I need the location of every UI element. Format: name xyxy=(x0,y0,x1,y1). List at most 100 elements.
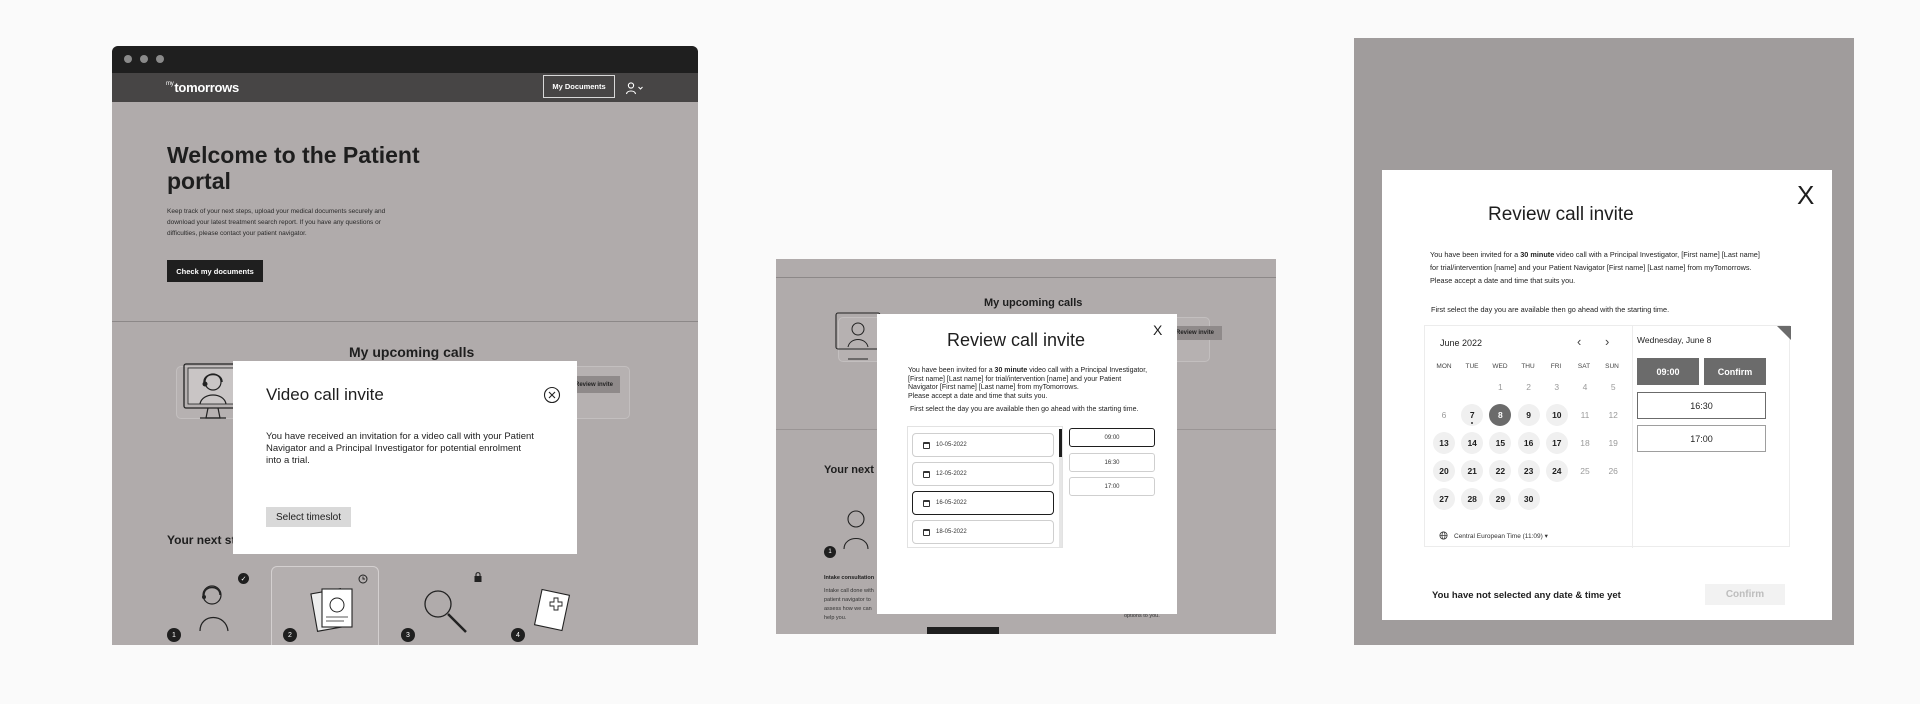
time-option[interactable]: 17:00 xyxy=(1069,477,1155,496)
review-invite-large-panel: X Review call invite You have been invit… xyxy=(1354,38,1854,645)
step-number: 2 xyxy=(283,628,297,642)
step-number: 1 xyxy=(824,546,836,558)
date-option-selected[interactable]: 16-05-2022 xyxy=(912,491,1054,515)
calendar-day-unavailable: 26 xyxy=(1608,466,1618,476)
close-icon[interactable]: X xyxy=(1797,180,1814,211)
date-label: 18-05-2022 xyxy=(936,529,967,535)
calendar-day-selected[interactable]: 8 xyxy=(1489,404,1512,426)
picker-divider xyxy=(1632,326,1633,548)
modal-title: Review call invite xyxy=(947,330,1086,350)
calendar-day-available[interactable]: 24 xyxy=(1545,460,1568,482)
calendar-day-available[interactable]: 29 xyxy=(1489,488,1512,510)
my-documents-button[interactable]: My Documents xyxy=(543,75,615,98)
scrollbar-thumb[interactable] xyxy=(1059,429,1062,457)
select-timeslot-button[interactable]: Select timeslot xyxy=(266,507,351,527)
date-option[interactable]: 10-05-2022 xyxy=(912,433,1054,457)
calendar-day-unavailable: 5 xyxy=(1610,382,1616,392)
weekday-label: SUN xyxy=(1605,363,1619,370)
brand-logo[interactable]: mytomorrows xyxy=(166,80,239,95)
calendar-day-unavailable: 1 xyxy=(1498,382,1503,392)
invite-duration: 30 minute xyxy=(1520,250,1555,259)
review-call-invite-modal: X Review call invite You have been invit… xyxy=(1382,170,1832,620)
window-dot-icon[interactable] xyxy=(124,55,132,63)
globe-icon xyxy=(1439,531,1448,540)
calendar-grid: 1 2 3 4 5 6 7 8 9 10 11 12 13 14 15 16 17 18 19 20 21 22 23 24 2… xyxy=(1433,376,1629,536)
lock-icon xyxy=(474,572,482,582)
date-option[interactable]: 18-05-2022 xyxy=(912,520,1054,544)
hero-title: Welcome to the Patient portal xyxy=(167,142,420,194)
date-label: 12-05-2022 xyxy=(936,471,967,477)
section-divider xyxy=(776,277,1276,278)
window-dot-icon[interactable] xyxy=(140,55,148,63)
calendar-day-unavailable: 18 xyxy=(1580,438,1590,448)
calendar-day-available[interactable]: 17 xyxy=(1545,432,1568,454)
calendar-day-available[interactable]: 9 xyxy=(1517,404,1540,426)
calendar-day-unavailable: 3 xyxy=(1554,382,1560,392)
calendar-day-available[interactable]: 27 xyxy=(1433,488,1455,510)
consultant-illustration xyxy=(199,585,229,632)
step-button[interactable] xyxy=(927,627,999,634)
calendar-day-unavailable: 12 xyxy=(1608,410,1618,420)
calendar-day-available[interactable]: 30 xyxy=(1517,488,1540,510)
time-slot[interactable]: 17:00 xyxy=(1637,425,1766,452)
consultant-illustration xyxy=(843,510,869,550)
calendar-day-unavailable: 19 xyxy=(1608,438,1618,448)
step-number: 1 xyxy=(167,628,181,642)
invite-text-start: You have been invited for a xyxy=(908,367,993,374)
invite-description: You have been invited for a 30 minute vi… xyxy=(1430,248,1760,287)
weekday-label: WED xyxy=(1492,363,1508,370)
date-option[interactable]: 12-05-2022 xyxy=(912,462,1054,486)
timezone-select[interactable]: Central European Time (11:09) ▾ xyxy=(1454,532,1548,540)
modal-title: Video call invite xyxy=(266,385,384,404)
date-label: 10-05-2022 xyxy=(936,442,967,448)
calendar-day-available[interactable]: 13 xyxy=(1433,432,1455,454)
calendar-icon xyxy=(923,528,930,536)
corner-fold-icon xyxy=(1777,326,1791,340)
calendar-day-available[interactable]: 14 xyxy=(1461,432,1484,454)
calendar-day-available[interactable]: 16 xyxy=(1517,432,1540,454)
invite-duration: 30 minute xyxy=(994,367,1028,374)
calendar-icon xyxy=(923,470,930,478)
calendar-icon xyxy=(923,441,930,449)
calendar-day-available[interactable]: 28 xyxy=(1461,488,1484,510)
calendar-day-unavailable: 25 xyxy=(1580,466,1590,476)
check-documents-button[interactable]: Check my documents xyxy=(167,260,263,282)
modal-title: Review call invite xyxy=(1488,204,1634,225)
time-option-selected[interactable]: 09:00 xyxy=(1069,428,1155,447)
window-dot-icon[interactable] xyxy=(156,55,164,63)
clock-icon xyxy=(358,574,368,584)
time-slot-selected[interactable]: 09:00 xyxy=(1637,358,1699,385)
date-time-picker: June 2022 ‹ › MON TUE WED THU FRI SAT SUN 1234… xyxy=(1424,325,1791,548)
calendar-day-available[interactable]: 20 xyxy=(1433,460,1455,482)
date-list[interactable]: 10-05-2022 12-05-2022 16-05-2022 18-05-2… xyxy=(907,426,1063,548)
time-confirm-button[interactable]: Confirm xyxy=(1704,358,1766,385)
top-nav: mytomorrows My Documents xyxy=(112,73,698,102)
accept-instruction: Please accept a date and time that suits… xyxy=(908,392,1048,400)
calendar-day-available[interactable]: 22 xyxy=(1489,460,1512,482)
intake-title: Intake consultation xyxy=(824,575,875,581)
weekday-label: MON xyxy=(1436,363,1452,370)
selected-day-label: Wednesday, June 8 xyxy=(1637,335,1712,345)
select-instruction: First select the day you are available t… xyxy=(910,406,1139,413)
confirm-button-disabled[interactable]: Confirm xyxy=(1705,584,1785,605)
close-icon[interactable]: X xyxy=(1153,322,1162,338)
step-number: 3 xyxy=(401,628,415,642)
invite-text-start: You have been invited for a xyxy=(1430,250,1519,259)
video-call-invite-modal: Video call invite You have received an i… xyxy=(233,361,577,554)
time-option[interactable]: 16:30 xyxy=(1069,453,1155,472)
next-month-icon[interactable]: › xyxy=(1605,334,1609,349)
section-divider xyxy=(112,321,698,322)
calendar-day-available[interactable]: 23 xyxy=(1517,460,1540,482)
user-menu-icon[interactable] xyxy=(625,81,645,95)
logo-prefix: my xyxy=(166,81,174,87)
close-icon[interactable] xyxy=(543,386,561,404)
modal-body: You have received an invitation for a vi… xyxy=(266,431,534,466)
time-slot[interactable]: 16:30 xyxy=(1637,392,1766,419)
prev-month-icon[interactable]: ‹ xyxy=(1577,334,1581,349)
calendar-day-available[interactable]: 21 xyxy=(1461,460,1484,482)
upcoming-calls-title: My upcoming calls xyxy=(349,344,475,360)
calendar-day-unavailable: 11 xyxy=(1580,410,1590,420)
weekday-header: MON TUE WED THU FRI SAT SUN xyxy=(1430,363,1626,370)
calendar-day-available[interactable]: 15 xyxy=(1489,432,1512,454)
calendar-day-available[interactable]: 10 xyxy=(1545,404,1568,426)
